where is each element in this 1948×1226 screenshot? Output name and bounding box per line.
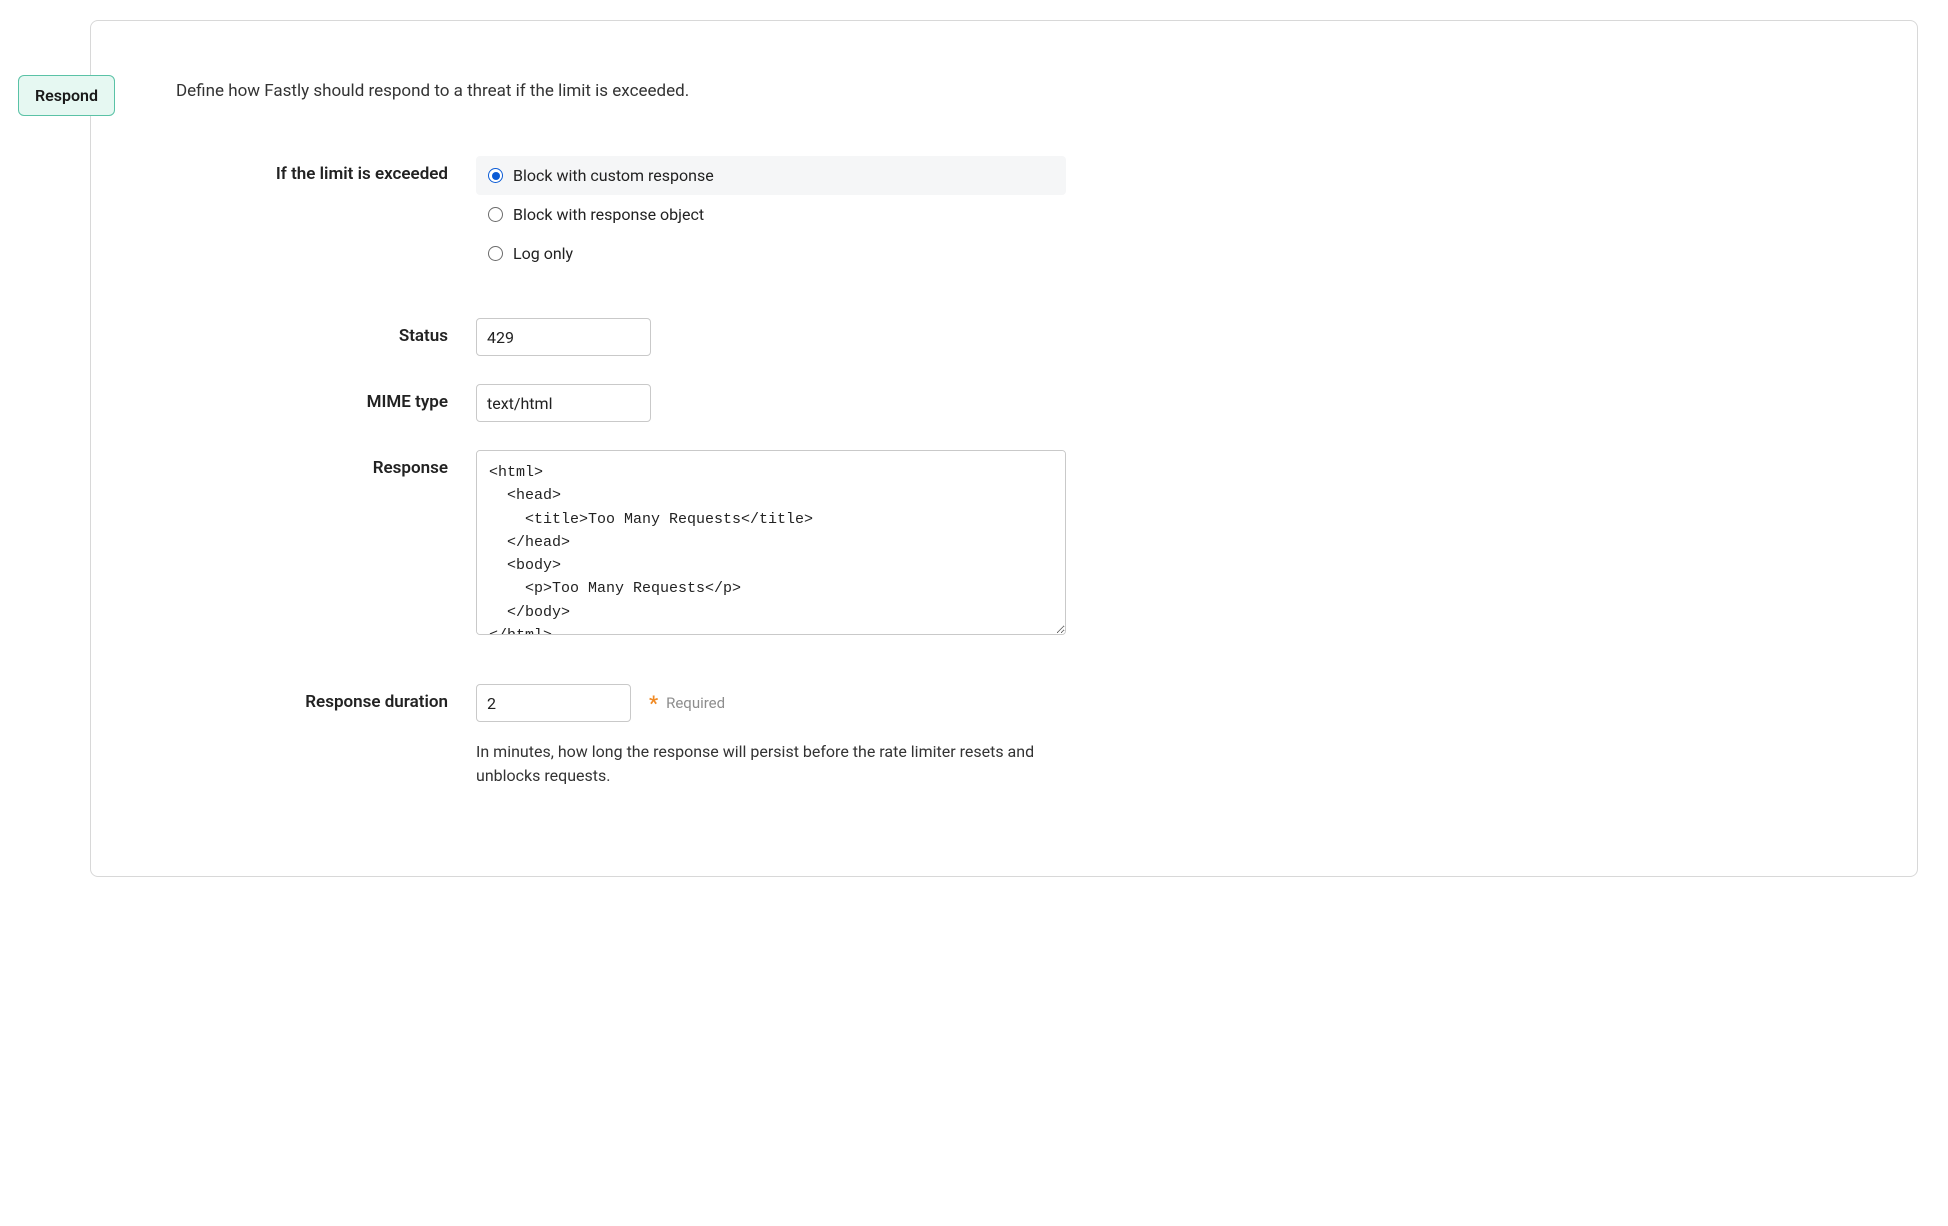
response-label: Response xyxy=(146,450,476,478)
asterisk-icon: * xyxy=(649,693,658,713)
status-input[interactable] xyxy=(476,318,651,356)
mime-type-label: MIME type xyxy=(146,384,476,412)
radio-block-custom-response[interactable]: Block with custom response xyxy=(476,156,1066,195)
response-duration-row: Response duration * Required In minutes,… xyxy=(146,684,1862,788)
radio-label: Block with response object xyxy=(513,205,704,224)
limit-exceeded-row: If the limit is exceeded Block with cust… xyxy=(146,156,1862,273)
mime-type-row: MIME type xyxy=(146,384,1862,422)
respond-tab[interactable]: Respond xyxy=(18,75,115,116)
radio-label: Log only xyxy=(513,244,573,263)
radio-icon xyxy=(488,168,503,183)
radio-label: Block with custom response xyxy=(513,166,714,185)
limit-exceeded-radio-group: Block with custom response Block with re… xyxy=(476,156,1066,273)
radio-icon xyxy=(488,246,503,261)
radio-icon xyxy=(488,207,503,222)
required-text: Required xyxy=(666,694,725,712)
status-row: Status xyxy=(146,318,1862,356)
response-row: Response <html> <head> <title>Too Many R… xyxy=(146,450,1862,639)
status-label: Status xyxy=(146,318,476,346)
radio-block-response-object[interactable]: Block with response object xyxy=(476,195,1066,234)
mime-type-input[interactable] xyxy=(476,384,651,422)
panel-description: Define how Fastly should respond to a th… xyxy=(176,81,1862,101)
radio-log-only[interactable]: Log only xyxy=(476,234,1066,273)
required-badge: * Required xyxy=(649,693,725,713)
response-textarea[interactable]: <html> <head> <title>Too Many Requests</… xyxy=(476,450,1066,635)
response-duration-input[interactable] xyxy=(476,684,631,722)
response-duration-label: Response duration xyxy=(146,684,476,712)
respond-panel: Respond Define how Fastly should respond… xyxy=(90,20,1918,877)
response-duration-help: In minutes, how long the response will p… xyxy=(476,740,1051,788)
limit-exceeded-label: If the limit is exceeded xyxy=(146,156,476,184)
